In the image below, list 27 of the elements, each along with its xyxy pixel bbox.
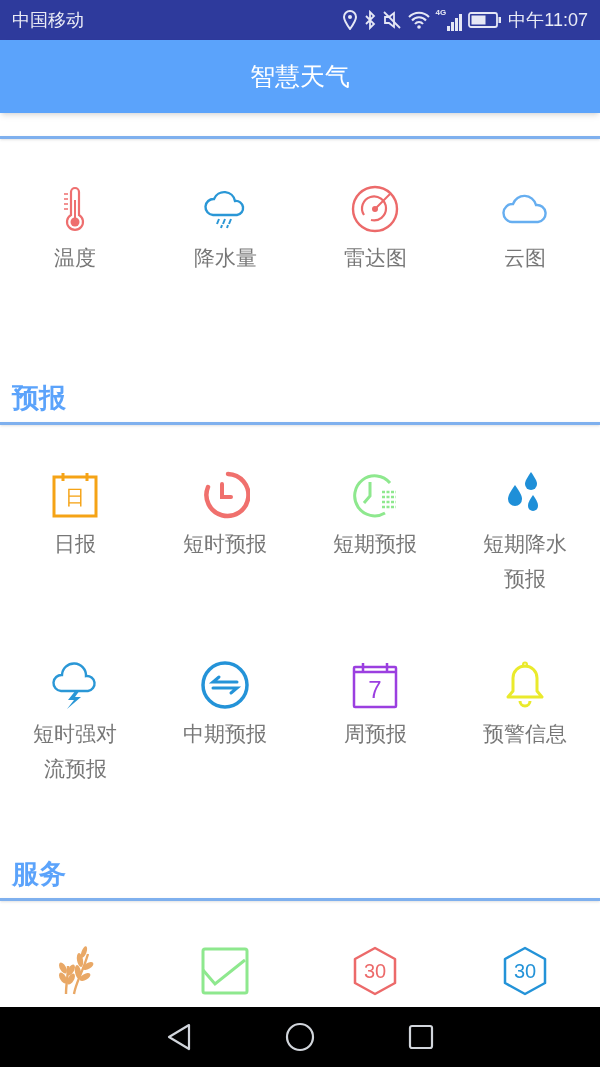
section-heading: 服务: [12, 860, 66, 888]
menu-tile[interactable]: 日 日报: [25, 470, 125, 561]
carrier-name: 中国移动: [12, 8, 84, 32]
home-icon[interactable]: [285, 1022, 315, 1052]
menu-tile[interactable]: 短期预报: [325, 470, 425, 561]
menu-tile[interactable]: 降水量: [175, 184, 275, 275]
back-icon[interactable]: [166, 1023, 193, 1051]
menu-tile[interactable]: 短时预报: [175, 470, 275, 561]
app-title: 智慧天气: [250, 60, 350, 92]
menu-tile[interactable]: 雷达图: [325, 184, 425, 275]
recent-apps-icon[interactable]: [407, 1024, 434, 1050]
bluetooth-icon: [363, 10, 376, 30]
battery-icon: [468, 11, 503, 29]
menu-tile[interactable]: 短时强对流预报: [25, 660, 125, 786]
radar-icon: [350, 184, 400, 234]
wifi-icon: [407, 11, 430, 29]
menu-tile[interactable]: 中期预报: [175, 660, 275, 751]
menu-tile[interactable]: 云图: [475, 184, 575, 275]
menu-tile[interactable]: 温度: [25, 184, 125, 275]
menu-tile[interactable]: 预警信息: [475, 660, 575, 751]
clock-time: 中午11:07: [508, 8, 588, 32]
exchange-arrows-icon: [200, 660, 250, 710]
muted-speaker-icon: [381, 10, 402, 30]
location-icon: [341, 10, 358, 30]
menu-tile[interactable]: 短期降水预报: [475, 470, 575, 596]
menu-tile[interactable]: 7 周预报: [325, 660, 425, 751]
section-heading: 预报: [12, 384, 66, 412]
